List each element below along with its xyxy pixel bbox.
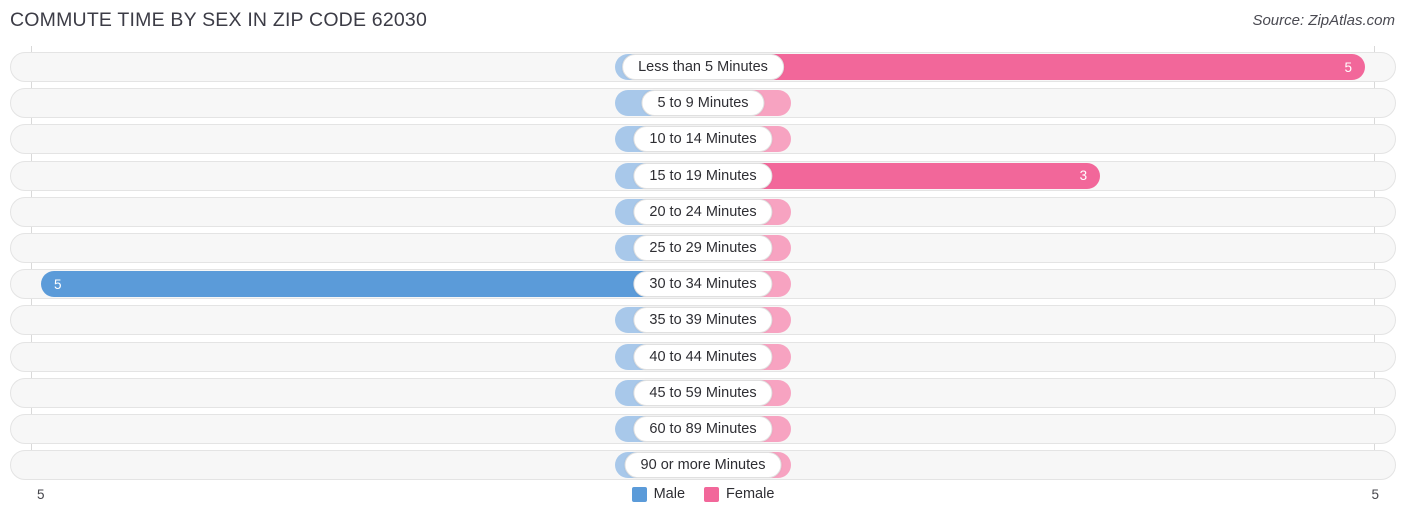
bar-female[interactable]: 5 [703, 54, 1365, 80]
chart-row[interactable]: 0020 to 24 Minutes [10, 196, 1396, 227]
chart-row[interactable]: 0315 to 19 Minutes [10, 160, 1396, 191]
source-attribution: Source: ZipAtlas.com [1252, 12, 1395, 29]
chart-root: COMMUTE TIME BY SEX IN ZIP CODE 62030 So… [0, 0, 1406, 522]
legend-label-male: Male [653, 486, 686, 502]
bar-value-male: 5 [54, 276, 62, 292]
bar-value-female: 3 [1079, 168, 1088, 184]
chart-legend: Male Female [0, 486, 1406, 502]
chart-row[interactable]: 0090 or more Minutes [10, 450, 1396, 481]
row-label: 10 to 14 Minutes [633, 126, 773, 153]
chart-row[interactable]: 5030 to 34 Minutes [10, 269, 1396, 300]
row-label: 40 to 44 Minutes [633, 343, 773, 370]
chart-row[interactable]: 005 to 9 Minutes [10, 88, 1396, 119]
row-label: Less than 5 Minutes [622, 54, 784, 80]
chart-row[interactable]: 05Less than 5 Minutes [10, 52, 1396, 82]
plot-area: 05Less than 5 Minutes005 to 9 Minutes001… [0, 46, 1406, 481]
page-title: COMMUTE TIME BY SEX IN ZIP CODE 62030 [10, 9, 428, 31]
row-label: 25 to 29 Minutes [633, 235, 773, 261]
chart-row[interactable]: 0045 to 59 Minutes [10, 377, 1396, 408]
chart-row[interactable]: 0035 to 39 Minutes [10, 305, 1396, 336]
row-label: 30 to 34 Minutes [633, 271, 773, 298]
bar-male[interactable]: 5 [41, 271, 703, 298]
chart-row[interactable]: 0040 to 44 Minutes [10, 341, 1396, 372]
bar-value-female: 5 [1344, 59, 1352, 75]
legend-item-male[interactable]: Male [631, 486, 686, 502]
legend-label-female: Female [726, 486, 775, 502]
chart-row[interactable]: 0025 to 29 Minutes [10, 233, 1396, 263]
chart-row[interactable]: 0060 to 89 Minutes [10, 414, 1396, 444]
row-label: 45 to 59 Minutes [633, 379, 773, 406]
chart-row[interactable]: 0010 to 14 Minutes [10, 124, 1396, 155]
row-label: 15 to 19 Minutes [633, 162, 773, 189]
legend-swatch-male-icon [631, 486, 647, 502]
legend-item-female[interactable]: Female [704, 486, 774, 502]
row-label: 35 to 39 Minutes [633, 307, 773, 334]
legend-swatch-female-icon [704, 486, 720, 502]
row-label: 20 to 24 Minutes [633, 198, 773, 225]
row-label: 60 to 89 Minutes [633, 416, 773, 442]
row-label: 90 or more Minutes [624, 452, 782, 479]
row-label: 5 to 9 Minutes [641, 90, 765, 117]
